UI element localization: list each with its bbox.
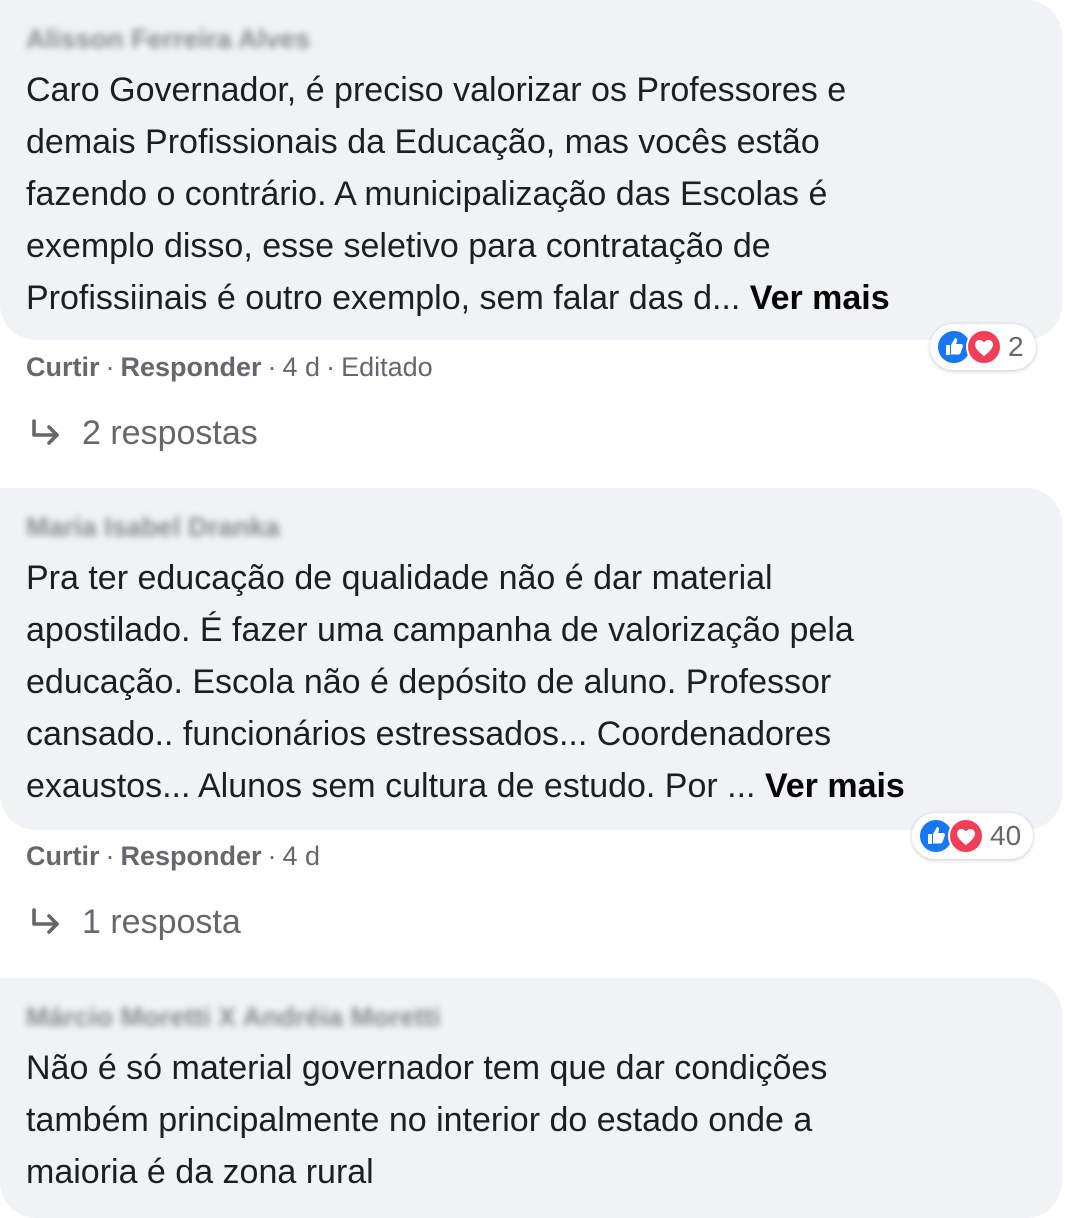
comment-text-line: fazendo o contrário. A municipalização d… [26,175,828,213]
comment-text: Pra ter educação de qualidade não é dar … [26,552,905,812]
separator: · [105,841,115,871]
comment-text-line: Pra ter educação de qualidade não é dar … [26,559,773,597]
separator: · [267,841,277,871]
comment-bubble: Alisson Ferreira Alves Caro Governador, … [0,0,1062,340]
love-icon [948,818,984,854]
comment-text-line: exemplo disso, esse seletivo para contra… [26,227,771,265]
comment-text-line: apostilado. É fazer uma campanha de valo… [26,611,854,649]
comment-text: Não é só material governador tem que dar… [26,1042,827,1198]
comment-actions: Curtir · Responder · 4 d [26,841,320,872]
comment-text-line: Caro Governador, é preciso valorizar os … [26,71,847,109]
see-more-link[interactable]: Ver mais [750,279,890,317]
view-replies-link[interactable]: 1 resposta [28,903,241,942]
separator: · [267,352,277,382]
comment-actions: Curtir · Responder · 4 d · Editado [26,352,433,383]
replies-label: 2 respostas [82,414,258,452]
comment-text-line: Não é só material governador tem que dar… [26,1049,828,1087]
comment-author[interactable]: Maria Isabel Dranka [26,512,280,543]
reaction-icons [918,818,984,854]
separator: · [326,352,336,382]
timestamp[interactable]: 4 d [283,841,321,871]
comment-text-line: exaustos... Alunos sem cultura de estudo… [26,760,905,812]
separator: · [105,352,115,382]
edited-label[interactable]: Editado [341,352,433,382]
timestamp[interactable]: 4 d [283,352,321,382]
reaction-icons [936,329,1002,365]
reaction-count: 2 [1008,331,1024,362]
comment-text-line: também principalmente no interior do est… [26,1101,813,1139]
reaction-count: 40 [990,820,1022,851]
reaction-summary[interactable]: 40 [912,813,1034,859]
comment-text-line: maioria é da zona rural [26,1153,374,1191]
like-button[interactable]: Curtir [26,841,100,871]
comment-bubble: Márcio Moretti X Andréia Moretti Não é s… [0,978,1062,1218]
reply-arrow-icon [32,907,59,934]
comment-text-line: cansado.. funcionários estressados... Co… [26,715,832,753]
reply-arrow-icon [32,418,59,445]
love-icon [966,329,1002,365]
comment-text-line-content: Profissiinais é outro exemplo, sem falar… [26,279,750,317]
comment-text-line-content: exaustos... Alunos sem cultura de estudo… [26,767,765,805]
comment-author[interactable]: Alisson Ferreira Alves [26,24,310,55]
comment-text-line: demais Profissionais da Educação, mas vo… [26,123,820,161]
reaction-summary[interactable]: 2 [930,324,1036,370]
comment-text: Caro Governador, é preciso valorizar os … [26,64,890,324]
comment-text-line: educação. Escola não é depósito de aluno… [26,663,832,701]
like-button[interactable]: Curtir [26,352,100,382]
see-more-link[interactable]: Ver mais [765,767,905,805]
view-replies-link[interactable]: 2 respostas [28,414,258,453]
reply-button[interactable]: Responder [121,841,262,871]
reply-button[interactable]: Responder [121,352,262,382]
comment-author[interactable]: Márcio Moretti X Andréia Moretti [26,1002,441,1033]
comment-bubble: Maria Isabel Dranka Pra ter educação de … [0,488,1062,830]
comment-text-line: Profissiinais é outro exemplo, sem falar… [26,272,890,324]
replies-label: 1 resposta [82,903,241,941]
